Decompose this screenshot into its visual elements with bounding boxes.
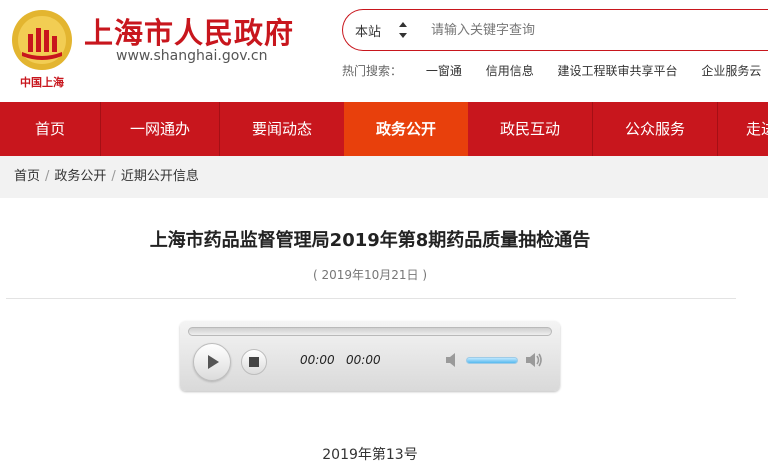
hot-search: 热门搜索： 一窗通 信用信息 建设工程联审共享平台 企业服务云 <box>342 62 761 79</box>
mute-icon[interactable] <box>444 351 462 369</box>
hot-search-label: 热门搜索： <box>342 64 403 78</box>
updown-arrows-icon[interactable] <box>397 19 409 41</box>
article-date: ( 2019年10月21日 ) <box>312 268 428 282</box>
nav-item-about[interactable]: 走进 <box>718 102 768 156</box>
play-icon <box>208 355 219 369</box>
hot-search-link[interactable]: 建设工程联审共享平台 <box>558 62 678 79</box>
nav-item-interaction[interactable]: 政民互动 <box>468 102 592 156</box>
current-time: 00:00 <box>300 353 335 367</box>
stop-button[interactable] <box>241 349 267 375</box>
breadcrumb-current[interactable]: 近期公开信息 <box>121 169 199 184</box>
search-scope-select[interactable]: 本站 <box>355 21 381 40</box>
article-title: 上海市药品监督管理局2019年第8期药品质量抽检通告 <box>149 230 591 251</box>
hot-search-link[interactable]: 信用信息 <box>486 62 534 79</box>
main-nav: 首页 一网通办 要闻动态 政务公开 政民互动 公众服务 走进 <box>0 102 768 156</box>
site-logo[interactable]: 中国上海 <box>6 8 78 94</box>
volume-max-icon[interactable] <box>524 351 544 369</box>
nav-item-home[interactable]: 首页 <box>0 102 100 156</box>
volume-slider[interactable] <box>466 357 518 364</box>
duration-time: 00:00 <box>346 353 381 367</box>
breadcrumb-separator: / <box>45 169 50 184</box>
stop-icon <box>249 357 259 367</box>
logo-caption: 中国上海 <box>20 76 64 89</box>
title-divider <box>6 298 736 299</box>
search-box: 本站 <box>342 9 768 51</box>
audio-progress-bar[interactable] <box>188 327 552 336</box>
nav-item-news[interactable]: 要闻动态 <box>220 102 344 156</box>
document-number: 2019年第13号 <box>322 447 418 463</box>
nav-item-one-stop[interactable]: 一网通办 <box>101 102 219 156</box>
hot-search-link[interactable]: 一窗通 <box>426 62 462 79</box>
nav-item-gov-affairs[interactable]: 政务公开 <box>344 102 468 156</box>
site-header: 中国上海 上海市人民政府 www.shanghai.gov.cn 本站 热门搜索… <box>0 0 768 102</box>
breadcrumb-separator: / <box>111 169 116 184</box>
breadcrumb: 首页 / 政务公开 / 近期公开信息 <box>0 156 768 198</box>
breadcrumb-home[interactable]: 首页 <box>14 169 40 184</box>
play-button[interactable] <box>193 343 231 381</box>
breadcrumb-gov-affairs[interactable]: 政务公开 <box>54 169 106 184</box>
search-input[interactable] <box>431 16 761 44</box>
nav-item-public-service[interactable]: 公众服务 <box>593 102 717 156</box>
shanghai-emblem-icon <box>12 10 72 70</box>
site-title[interactable]: 上海市人民政府 <box>84 10 294 52</box>
audio-player: 00:00 00:00 <box>180 321 560 391</box>
site-url[interactable]: www.shanghai.gov.cn <box>116 48 267 64</box>
hot-search-link[interactable]: 企业服务云 <box>701 62 761 79</box>
